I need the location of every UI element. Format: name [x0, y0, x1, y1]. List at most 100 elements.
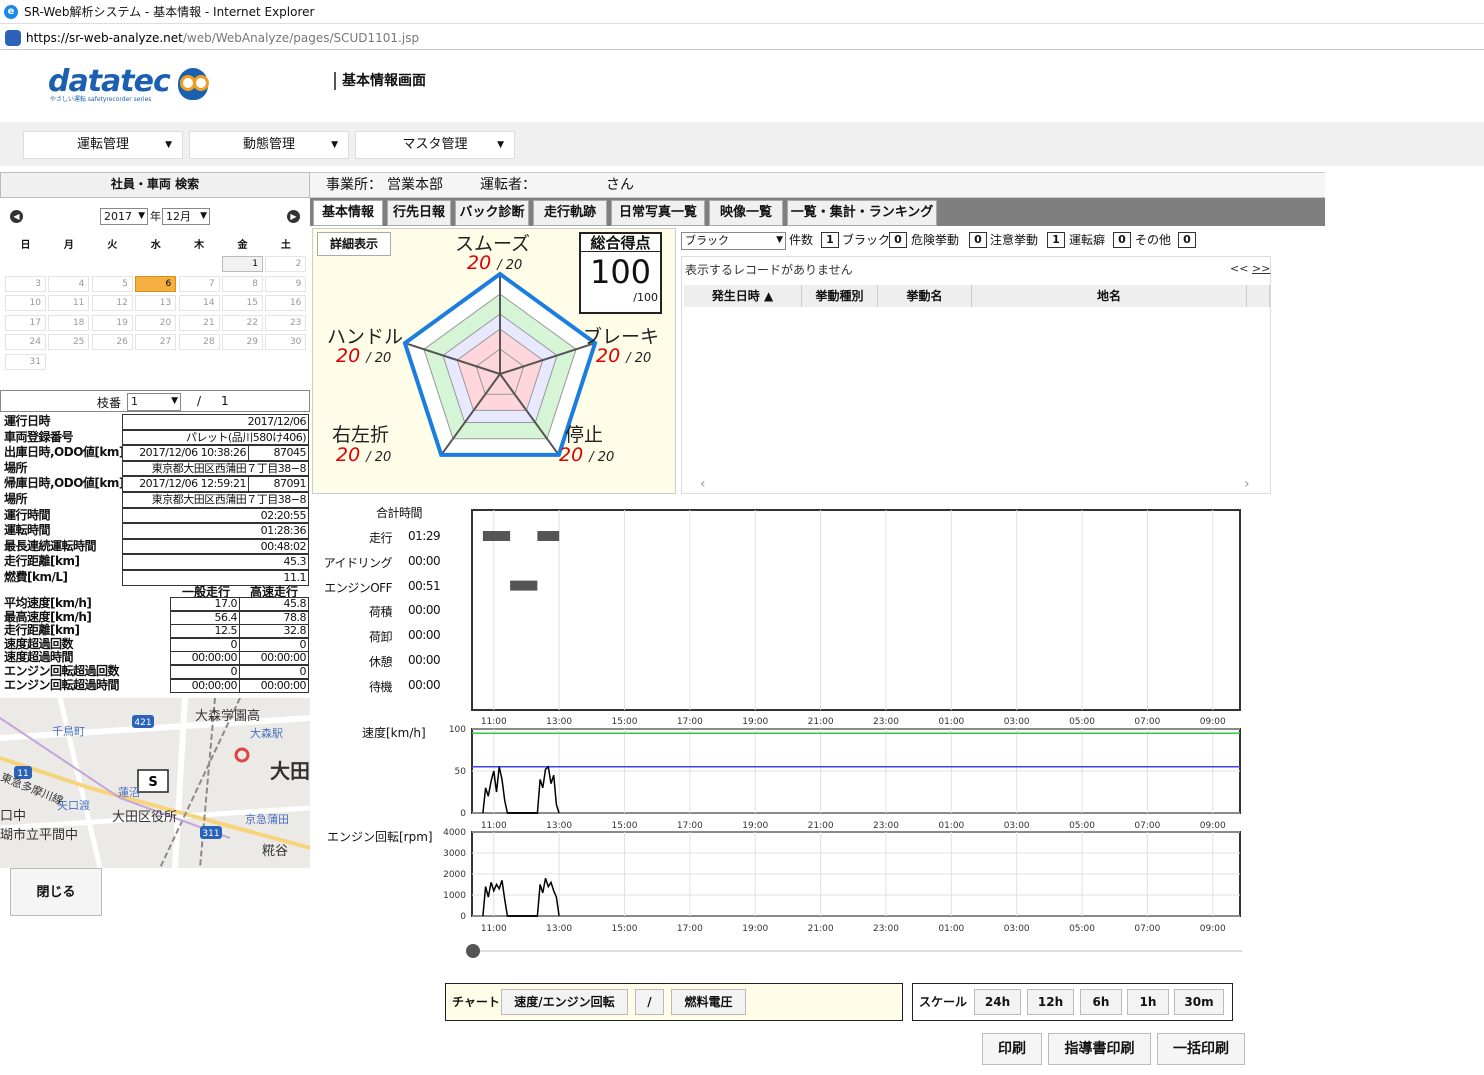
calendar-day[interactable]: 18	[48, 314, 90, 331]
tab-5[interactable]: 映像一覧	[709, 200, 783, 226]
prev-page-link[interactable]: <<	[1230, 262, 1248, 275]
calendar-day[interactable]: 15	[222, 295, 263, 312]
calendar-day[interactable]: 22	[222, 314, 263, 331]
tab-1[interactable]: 行先日報	[387, 200, 451, 226]
radar-score-value: 20	[467, 252, 492, 274]
next-month-icon[interactable]: ▶	[287, 210, 300, 223]
calendar-day[interactable]: 8	[222, 275, 263, 292]
y-tick-label: 0	[460, 912, 466, 922]
radar-score-4: 20 / 20	[336, 345, 391, 367]
calendar-day[interactable]: 29	[222, 334, 263, 351]
speed-row-label: 走行距離[km]	[4, 623, 80, 638]
calendar-day[interactable]: 24	[5, 334, 46, 351]
calendar-day[interactable]: 1	[222, 256, 263, 272]
calendar-day[interactable]: 19	[91, 314, 133, 331]
calendar-day[interactable]: 10	[5, 295, 46, 312]
calendar-day[interactable]: 11	[48, 295, 90, 312]
x-tick-label: 09:00	[1200, 821, 1226, 831]
calendar-day[interactable]: 13	[135, 295, 177, 312]
bulk-print-button[interactable]: 一括印刷	[1157, 1033, 1245, 1065]
url-path[interactable]: /web/WebAnalyze/pages/SCUD1101.jsp	[183, 31, 419, 45]
next-page-link[interactable]: >>	[1252, 262, 1270, 275]
scale-24h-button[interactable]: 24h	[974, 989, 1021, 1015]
time-slider-track[interactable]	[472, 950, 1242, 952]
tab-2[interactable]: バック診断	[455, 200, 529, 226]
timeline-time: 00:00	[408, 677, 441, 692]
timeline-label: 走行	[368, 531, 393, 545]
month-select[interactable]: 12月 ▼	[162, 208, 210, 225]
tab-0[interactable]: 基本情報	[313, 200, 383, 226]
print-button[interactable]: 印刷	[982, 1033, 1042, 1065]
calendar-day[interactable]: 14	[178, 295, 220, 312]
dow-6: 土	[280, 240, 291, 251]
window-title-bar: e SR-Web解析システム - 基本情報 - Internet Explore…	[0, 0, 1484, 24]
route-map[interactable]: S 大森学園高 大森駅 大田 千鳥町 蓮沼 矢口渡 大田区役所 京急蒲田 糀谷 …	[0, 698, 310, 868]
calendar-day[interactable]: 6	[135, 275, 177, 292]
year-select[interactable]: 2017 ▼	[100, 208, 148, 225]
x-tick-label: 17:00	[677, 821, 703, 831]
calendar-day[interactable]: 2	[265, 256, 307, 272]
url-host[interactable]: https://sr-web-analyze.net	[26, 31, 183, 45]
speed-rpm-button[interactable]: 速度/エンジン回転	[501, 989, 628, 1015]
main-header: 事業所： 営業本部 運転者： さん	[310, 172, 1325, 198]
main-tabs: 基本情報 行先日報 バック診断 走行軌跡 日常写真一覧 映像一覧 一覧・集計・ランキング	[310, 198, 1325, 226]
nav-dynamic-management[interactable]: 動態管理 ▼	[189, 131, 349, 159]
calendar-day[interactable]: 9	[265, 275, 307, 292]
calendar-day[interactable]: 5	[91, 275, 133, 292]
map-label: 311	[202, 829, 219, 839]
calendar-day[interactable]: 25	[48, 334, 90, 351]
radar-score-value: 20	[336, 444, 361, 466]
tab-3[interactable]: 走行軌跡	[533, 200, 607, 226]
fuel-voltage-button[interactable]: 燃料電圧	[671, 989, 746, 1015]
prev-month-icon[interactable]: ◀	[10, 210, 23, 223]
guidance-print-button[interactable]: 指導書印刷	[1048, 1033, 1151, 1065]
col-type[interactable]: 挙動種別	[802, 285, 878, 307]
timeline-label: 待機	[368, 679, 393, 694]
x-tick-label: 01:00	[938, 717, 964, 727]
col-name[interactable]: 挙動名	[878, 285, 972, 307]
calendar-day[interactable]: 16	[265, 295, 307, 312]
calendar-day[interactable]: 26	[91, 334, 133, 351]
scale-6h-button[interactable]: 6h	[1080, 989, 1122, 1015]
separator-button[interactable]: /	[635, 989, 664, 1015]
scale-1h-button[interactable]: 1h	[1127, 989, 1169, 1015]
branch-label: 枝番	[97, 396, 122, 410]
calendar-day[interactable]: 7	[178, 275, 220, 292]
scale-30m-button[interactable]: 30m	[1174, 989, 1224, 1015]
calendar-day[interactable]: 17	[5, 314, 46, 331]
x-tick-label: 13:00	[546, 717, 572, 727]
scroll-right-icon[interactable]: ›	[1244, 476, 1250, 492]
calendar-day[interactable]: 30	[265, 334, 307, 351]
address-bar[interactable]: https://sr-web-analyze.net/web/WebAnalyz…	[0, 26, 1484, 50]
scroll-left-icon[interactable]: ‹	[700, 476, 706, 492]
calendar-day[interactable]: 20	[135, 314, 177, 331]
tab-4[interactable]: 日常写真一覧	[611, 200, 705, 226]
x-tick-label: 03:00	[1004, 717, 1030, 727]
col-place[interactable]: 地名	[972, 285, 1247, 307]
close-button[interactable]: 閉じる	[10, 868, 102, 916]
calendar-day[interactable]: 31	[5, 354, 46, 370]
col-extra[interactable]	[1247, 285, 1270, 307]
calendar-day[interactable]: 28	[178, 334, 220, 351]
calendar-day[interactable]: 4	[48, 275, 90, 292]
y-tick-label: 100	[449, 725, 466, 735]
nav-master-management[interactable]: マスタ管理 ▼	[355, 131, 515, 159]
detail-view-button[interactable]: 詳細表示	[317, 232, 391, 256]
time-slider-handle[interactable]	[466, 944, 480, 958]
chart-label: チャート	[452, 995, 500, 1009]
nav-driving-management[interactable]: 運転管理 ▼	[23, 131, 183, 159]
level-select[interactable]: ブラック ▼	[681, 232, 786, 250]
scale-12h-button[interactable]: 12h	[1027, 989, 1074, 1015]
calendar-day[interactable]: 3	[5, 275, 46, 292]
ie-icon: e	[4, 5, 18, 19]
branch-select[interactable]: 1 ▼	[127, 393, 181, 411]
chevron-down-icon: ▼	[138, 211, 145, 221]
col-date[interactable]: 発生日時 ▲	[684, 285, 802, 307]
count-label: 件数	[789, 233, 814, 247]
calendar-day[interactable]: 23	[265, 314, 307, 331]
calendar-day[interactable]: 12	[91, 295, 133, 312]
calendar-day[interactable]: 21	[178, 314, 220, 331]
tab-6[interactable]: 一覧・集計・ランキング	[787, 200, 937, 226]
x-tick-label: 15:00	[612, 717, 638, 727]
calendar-day[interactable]: 27	[135, 334, 177, 351]
